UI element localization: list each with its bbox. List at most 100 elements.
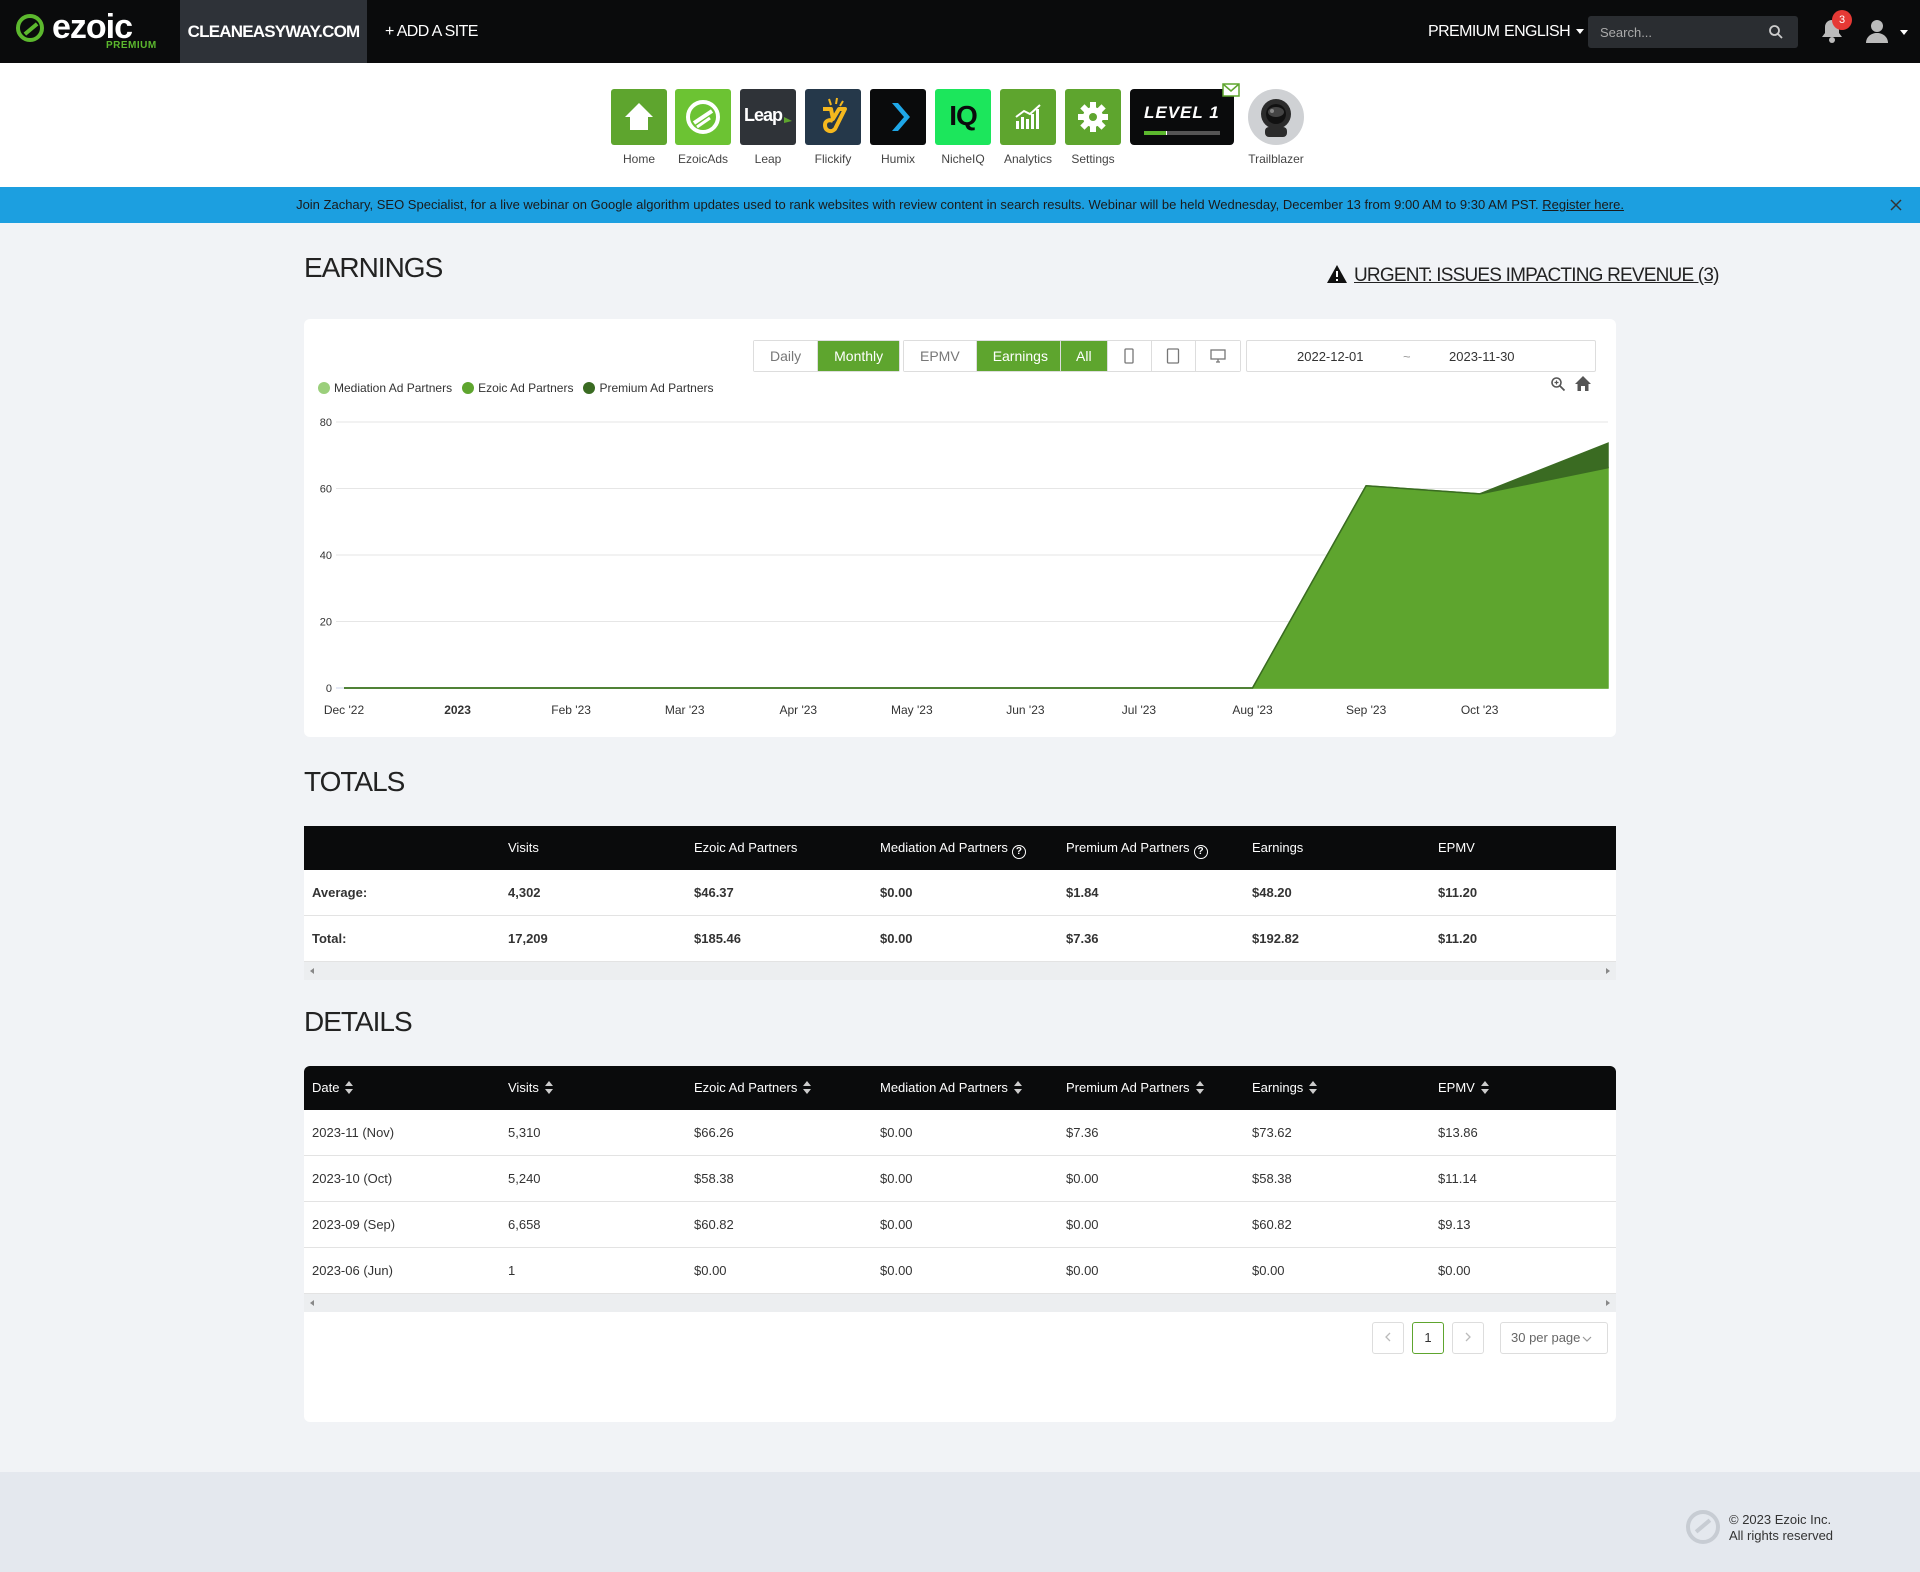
date-range-picker[interactable]: 2022-12-01 ~ 2023-11-30 xyxy=(1246,340,1596,372)
sort-icon[interactable] xyxy=(1309,1081,1318,1095)
app-leap[interactable]: Leap Leap xyxy=(740,89,796,166)
details-title: DETAILS xyxy=(304,1006,413,1037)
close-icon[interactable] xyxy=(1890,199,1902,211)
table-cell: $11.20 xyxy=(1438,931,1478,946)
search-icon[interactable] xyxy=(1768,24,1784,40)
details-col-mediation[interactable]: Mediation Ad Partners xyxy=(880,1066,1022,1110)
details-col-visits-label: Visits xyxy=(508,1080,539,1095)
reset-zoom-home-icon[interactable] xyxy=(1574,375,1592,392)
device-all-button[interactable]: All xyxy=(1061,341,1108,371)
search-input[interactable] xyxy=(1588,16,1798,48)
table-cell: $0.00 xyxy=(1066,1217,1099,1232)
table-cell: $58.38 xyxy=(1252,1171,1292,1186)
legend-item-mediation[interactable]: Mediation Ad Partners xyxy=(318,381,452,395)
y-tick-label: 60 xyxy=(320,484,332,496)
next-page-button[interactable] xyxy=(1452,1322,1484,1354)
table-cell: $58.38 xyxy=(694,1171,734,1186)
footer: © 2023 Ezoic Inc. All rights reserved xyxy=(0,1472,1920,1572)
monthly-button[interactable]: Monthly xyxy=(818,341,900,371)
app-ezoicads[interactable]: EzoicAds xyxy=(675,89,731,166)
x-tick-label: Feb '23 xyxy=(551,703,591,717)
details-col-ezoic[interactable]: Ezoic Ad Partners xyxy=(694,1066,812,1110)
urgent-issues-link[interactable]: URGENT: ISSUES IMPACTING REVENUE (3) xyxy=(1326,264,1719,287)
ezoic-footer-logo-icon xyxy=(1686,1510,1720,1544)
table-cell: $192.82 xyxy=(1252,931,1299,946)
legend-item-premium[interactable]: Premium Ad Partners xyxy=(583,381,714,395)
scroll-left-icon[interactable] xyxy=(310,1300,314,1306)
level-badge[interactable]: LEVEL 1 xyxy=(1130,89,1234,145)
table-cell: 2023-10 (Oct) xyxy=(312,1171,393,1186)
sort-icon[interactable] xyxy=(345,1081,354,1095)
analytics-icon xyxy=(1015,104,1041,129)
scroll-right-icon[interactable] xyxy=(1606,1300,1610,1306)
mail-icon[interactable] xyxy=(1222,83,1240,97)
desktop-button[interactable] xyxy=(1195,341,1240,371)
totals-scrollbar[interactable] xyxy=(304,962,1616,980)
sort-icon[interactable] xyxy=(803,1081,812,1095)
help-icon[interactable]: ? xyxy=(1193,845,1208,859)
scroll-left-icon[interactable] xyxy=(310,968,314,974)
app-bar: Home EzoicAds Leap Leap Flickify Humix I… xyxy=(0,63,1920,187)
details-col-epmv[interactable]: EPMV xyxy=(1438,1066,1489,1110)
language-dropdown[interactable]: ENGLISH xyxy=(1504,0,1585,63)
app-analytics[interactable]: Analytics xyxy=(1000,89,1056,166)
per-page-select[interactable]: 30 per page xyxy=(1500,1322,1608,1354)
details-col-earnings[interactable]: Earnings xyxy=(1252,1066,1318,1110)
table-cell: 2023-06 (Jun) xyxy=(312,1263,393,1278)
totals-header: Visits Ezoic Ad Partners Mediation Ad Pa… xyxy=(304,826,1616,870)
chart-legend: Mediation Ad Partners Ezoic Ad Partners … xyxy=(318,381,724,395)
add-site-link[interactable]: + ADD A SITE xyxy=(385,0,478,63)
page-button-1[interactable]: 1 xyxy=(1412,1322,1444,1354)
app-settings[interactable]: Settings xyxy=(1065,89,1121,166)
details-col-premium[interactable]: Premium Ad Partners xyxy=(1066,1066,1204,1110)
site-selector[interactable]: CLEANEASYWAY.COM xyxy=(180,0,367,63)
table-cell: $46.37 xyxy=(694,885,734,900)
daily-button[interactable]: Daily xyxy=(754,341,819,371)
scroll-right-icon[interactable] xyxy=(1606,968,1610,974)
sort-icon[interactable] xyxy=(1480,1081,1489,1095)
home-icon xyxy=(625,103,653,130)
epmv-button[interactable]: EPMV xyxy=(904,341,977,371)
mobile-button[interactable] xyxy=(1107,341,1152,371)
details-col-mediation-label: Mediation Ad Partners xyxy=(880,1080,1008,1095)
sort-icon[interactable] xyxy=(544,1081,553,1095)
legend-item-ezoic[interactable]: Ezoic Ad Partners xyxy=(462,381,573,395)
app-nicheiq[interactable]: IQ NicheIQ xyxy=(935,89,991,166)
app-trailblazer[interactable]: Trailblazer xyxy=(1248,89,1304,166)
app-flickify[interactable]: Flickify xyxy=(805,89,861,166)
x-tick-label: Dec '22 xyxy=(324,703,365,717)
earnings-button[interactable]: Earnings xyxy=(976,341,1064,371)
details-scrollbar[interactable] xyxy=(304,1294,1616,1312)
totals-col-epmv: EPMV xyxy=(1438,840,1475,855)
help-icon[interactable]: ? xyxy=(1011,845,1026,859)
table-cell: 5,240 xyxy=(508,1171,541,1186)
sort-icon[interactable] xyxy=(1013,1081,1022,1095)
user-icon[interactable] xyxy=(1864,18,1890,44)
tablet-button[interactable] xyxy=(1151,341,1196,371)
table-cell: 2023-09 (Sep) xyxy=(312,1217,396,1232)
table-cell: $0.00 xyxy=(880,1263,913,1278)
sort-icon[interactable] xyxy=(1195,1081,1204,1095)
details-col-ezoic-label: Ezoic Ad Partners xyxy=(694,1080,798,1095)
app-home[interactable]: Home xyxy=(611,89,667,166)
table-cell: $0.00 xyxy=(880,1171,913,1186)
table-cell: $7.36 xyxy=(1066,931,1099,946)
register-link[interactable]: Register here. xyxy=(1542,197,1624,212)
y-tick-label: 80 xyxy=(320,417,332,429)
level-progress-accent xyxy=(1144,131,1166,135)
details-col-visits[interactable]: Visits xyxy=(508,1066,553,1110)
x-tick-label: Sep '23 xyxy=(1346,703,1387,717)
legend-dot-premium xyxy=(583,382,596,394)
prev-page-button[interactable] xyxy=(1372,1322,1404,1354)
details-col-date[interactable]: Date xyxy=(312,1066,354,1110)
legend-label-ezoic: Ezoic Ad Partners xyxy=(478,381,574,395)
banner-text: Join Zachary, SEO Specialist, for a live… xyxy=(296,197,1539,212)
user-chevron-down-icon[interactable] xyxy=(1900,30,1908,35)
zoom-icon[interactable] xyxy=(1550,376,1566,392)
rights: All rights reserved xyxy=(1729,1528,1834,1543)
app-humix[interactable]: Humix xyxy=(870,89,926,166)
table-cell: $0.00 xyxy=(1252,1263,1285,1278)
premium-link[interactable]: PREMIUM xyxy=(1428,0,1500,63)
mobile-icon xyxy=(1124,348,1134,364)
ezoic-logo[interactable]: ezoic PREMIUM xyxy=(16,8,156,54)
